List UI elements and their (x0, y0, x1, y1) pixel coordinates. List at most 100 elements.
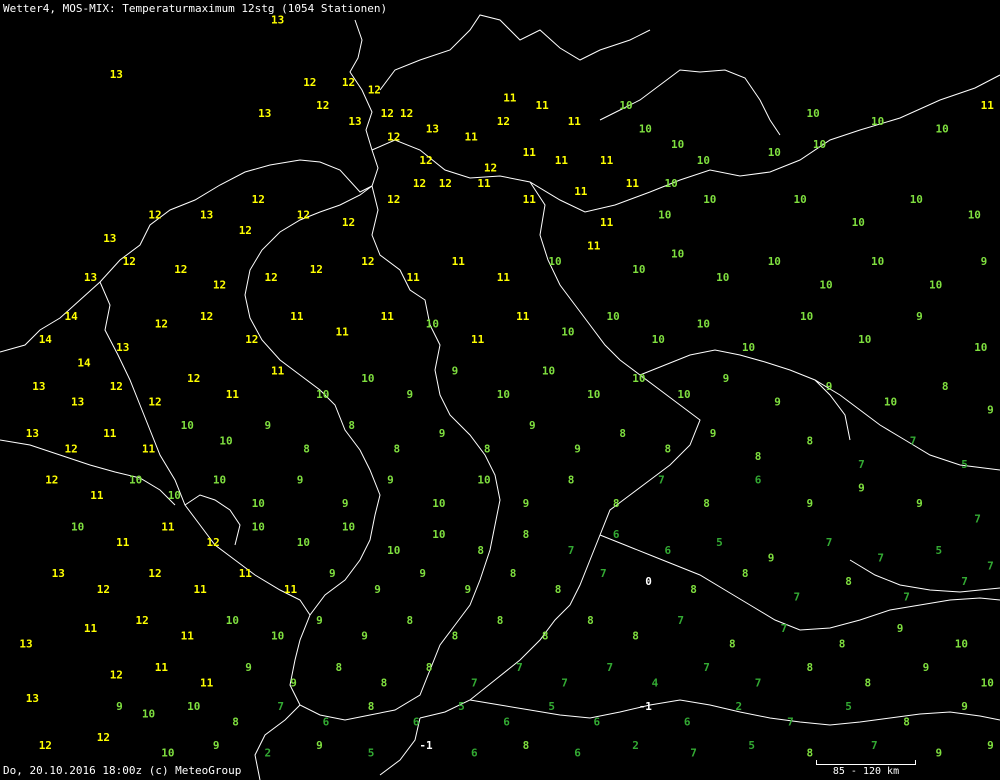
station-temperature: 12 (342, 216, 355, 229)
station-temperature: 6 (323, 715, 330, 728)
station-temperature: 7 (781, 622, 788, 635)
station-temperature: 12 (239, 224, 252, 237)
station-temperature: 9 (897, 622, 904, 635)
station-temperature: 6 (613, 528, 620, 541)
station-temperature: 2 (736, 700, 743, 713)
station-temperature: 10 (316, 388, 329, 401)
temperature-map: 13 13 13 12 12 12 13 12 12 12 13 12 12 12 12 11 11 11 11 11… (0, 0, 1000, 780)
station-temperature: 8 (742, 567, 749, 580)
station-temperature: 10 (477, 474, 490, 487)
station-temperature: 10 (213, 474, 226, 487)
station-temperature: 12 (387, 193, 400, 206)
station-temperature: 10 (981, 676, 994, 689)
station-temperature: 11 (477, 177, 491, 190)
station-temperature: 10 (858, 333, 871, 346)
station-temperature: 12 (200, 310, 213, 323)
station-temperature: 0 (645, 575, 652, 588)
station-temperature: 10 (387, 544, 400, 557)
station-temperature: 9 (245, 661, 252, 674)
station-temperature: 10 (910, 193, 923, 206)
station-temperature: 7 (826, 536, 833, 549)
station-temperature: 8 (407, 614, 414, 627)
station-temperature: 5 (936, 544, 943, 557)
station-temperature: 8 (336, 661, 343, 674)
station-temperature: 13 (32, 380, 45, 393)
station-temperature: 12 (265, 271, 278, 284)
station-temperature: 8 (542, 630, 549, 643)
station-temperature: 9 (407, 388, 414, 401)
station-temperature: 10 (955, 637, 968, 650)
station-temperature: 7 (690, 747, 697, 760)
station-temperature: 11 (452, 255, 466, 268)
station-temperature: 12 (361, 255, 374, 268)
station-temperature: 10 (271, 630, 284, 643)
station-temperature: 10 (697, 318, 710, 331)
station-temperature: 10 (665, 177, 678, 190)
station-temperature: 8 (523, 739, 530, 752)
station-temperature: 8 (477, 544, 484, 557)
station-temperature: 8 (903, 715, 910, 728)
station-temperature: 9 (961, 700, 968, 713)
station-temperature: 8 (703, 497, 710, 510)
station-temperature: 7 (858, 458, 865, 471)
station-temperature: 10 (252, 520, 265, 533)
station-temperature: 12 (187, 372, 200, 385)
station-temperature: 8 (807, 435, 814, 448)
station-temperature: 12 (439, 177, 452, 190)
station-temperature: 13 (26, 692, 39, 705)
station-temperature: 10 (794, 193, 807, 206)
station-temperature: 7 (910, 435, 917, 448)
station-temperature: 9 (981, 255, 988, 268)
station-temperature: 12 (110, 380, 123, 393)
station-temperature: 10 (697, 154, 710, 167)
station-temperature: 9 (342, 497, 349, 510)
station-temperature: 11 (600, 216, 614, 229)
station-temperature: 8 (368, 700, 375, 713)
station-temperature: 8 (690, 583, 697, 596)
station-temperature: 11 (116, 536, 130, 549)
station-temperature: 2 (265, 747, 272, 760)
station-temperature: 11 (497, 271, 511, 284)
station-temperature: 12 (400, 107, 413, 120)
station-temperature: 11 (284, 583, 298, 596)
station-temperature: 6 (684, 715, 691, 728)
station-temperature: 8 (232, 715, 239, 728)
station-temperature: 6 (503, 715, 510, 728)
station-temperature: 10 (871, 255, 884, 268)
station-temperature: 13 (258, 107, 271, 120)
station-temperature: 11 (103, 427, 117, 440)
station-temperature: 9 (923, 661, 930, 674)
station-temperature: 7 (974, 513, 981, 526)
station-temperature: 8 (865, 676, 872, 689)
station-temperature: 2 (632, 739, 639, 752)
station-temperature: 10 (342, 520, 355, 533)
station-temperature: 10 (561, 325, 574, 338)
station-temperature: 5 (716, 536, 723, 549)
station-temperature: 8 (619, 427, 626, 440)
station-temperature: 13 (110, 68, 123, 81)
station-temperature: 10 (974, 341, 987, 354)
station-temperature: 7 (471, 676, 478, 689)
station-temperature: 10 (252, 497, 265, 510)
station-temperature: 10 (161, 747, 174, 760)
station-temperature: 11 (523, 193, 537, 206)
station-temperature: 9 (213, 739, 220, 752)
station-temperature: 8 (426, 661, 433, 674)
station-temperature: 10 (607, 310, 620, 323)
station-temperature: 10 (181, 419, 194, 432)
station-temperature: 10 (671, 247, 684, 260)
station-temperature: 13 (348, 115, 361, 128)
station-temperature: -1 (419, 739, 433, 752)
station-temperature: 10 (807, 107, 820, 120)
station-temperature: 12 (497, 115, 510, 128)
station-temperature: 10 (71, 520, 84, 533)
station-temperature: 7 (755, 676, 762, 689)
station-temperature: 9 (419, 567, 426, 580)
station-temperature: 11 (536, 99, 550, 112)
station-temperature: 7 (787, 715, 794, 728)
station-temperature: 9 (374, 583, 381, 596)
station-temperature: 8 (755, 450, 762, 463)
station-temperature: 8 (942, 380, 949, 393)
station-temperature: 6 (471, 747, 478, 760)
station-temperature: 11 (194, 583, 208, 596)
